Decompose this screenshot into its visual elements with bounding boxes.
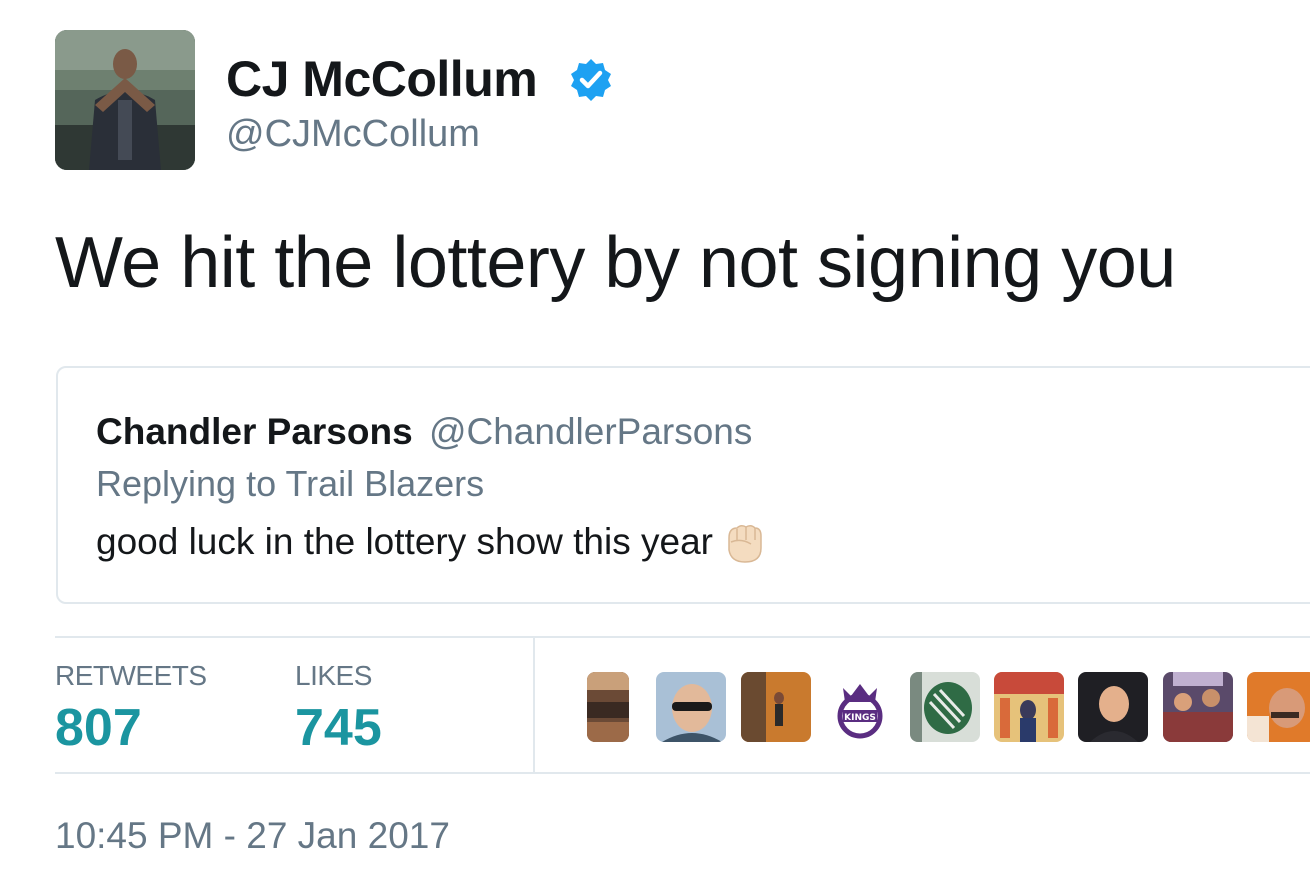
tweet-card: CJ McCollum @CJMcCollum We hit the lotte… [0,0,1310,873]
svg-text:KINGS: KINGS [844,713,876,723]
likes-label: LIKES [295,660,372,691]
liker-avatar-9[interactable] [1247,672,1310,742]
quoted-tweet-text-row: good luck in the lottery show this year [96,516,769,568]
likes-stat[interactable]: LIKES 745 [295,660,382,758]
quoted-tweet-header: Chandler Parsons @ChandlerParsons [96,411,752,453]
liker-avatar-3[interactable] [741,672,811,742]
verified-badge-icon [571,59,611,101]
stats-divider [533,638,535,774]
quoted-tweet[interactable]: Chandler Parsons @ChandlerParsons Replyi… [56,366,1310,604]
quoted-author-name: Chandler Parsons [96,411,413,452]
author-handle[interactable]: @CJMcCollum [226,113,480,156]
retweets-stat[interactable]: RETWEETS 807 [55,660,207,758]
liker-avatar-8[interactable] [1163,672,1233,742]
retweets-count: 807 [55,699,142,757]
likes-count: 745 [295,699,382,757]
author-avatar-image [55,30,195,170]
quoted-author-handle: @ChandlerParsons [428,411,753,452]
tweet-stats-bar: RETWEETS 807 LIKES 745 KINGS [55,636,1310,774]
retweets-label: RETWEETS [55,660,207,691]
tweet-timestamp[interactable]: 10:45 PM - 27 Jan 2017 [55,815,450,857]
author-avatar[interactable] [55,30,195,170]
liker-avatar-kings-logo[interactable]: KINGS [825,672,895,742]
liker-avatar-2[interactable] [656,672,726,742]
liker-avatar-6[interactable] [994,672,1064,742]
quoted-tweet-text: good luck in the lottery show this year [96,521,713,562]
liker-avatar-7[interactable] [1078,672,1148,742]
author-display-name[interactable]: CJ McCollum [226,50,538,108]
raised-fist-icon [728,524,762,563]
liker-avatar-5[interactable] [910,672,980,742]
tweet-text: We hit the lottery by not signing you [55,223,1176,303]
liker-avatar-1[interactable] [587,672,629,742]
quoted-replying-to[interactable]: Replying to Trail Blazers [96,463,484,505]
